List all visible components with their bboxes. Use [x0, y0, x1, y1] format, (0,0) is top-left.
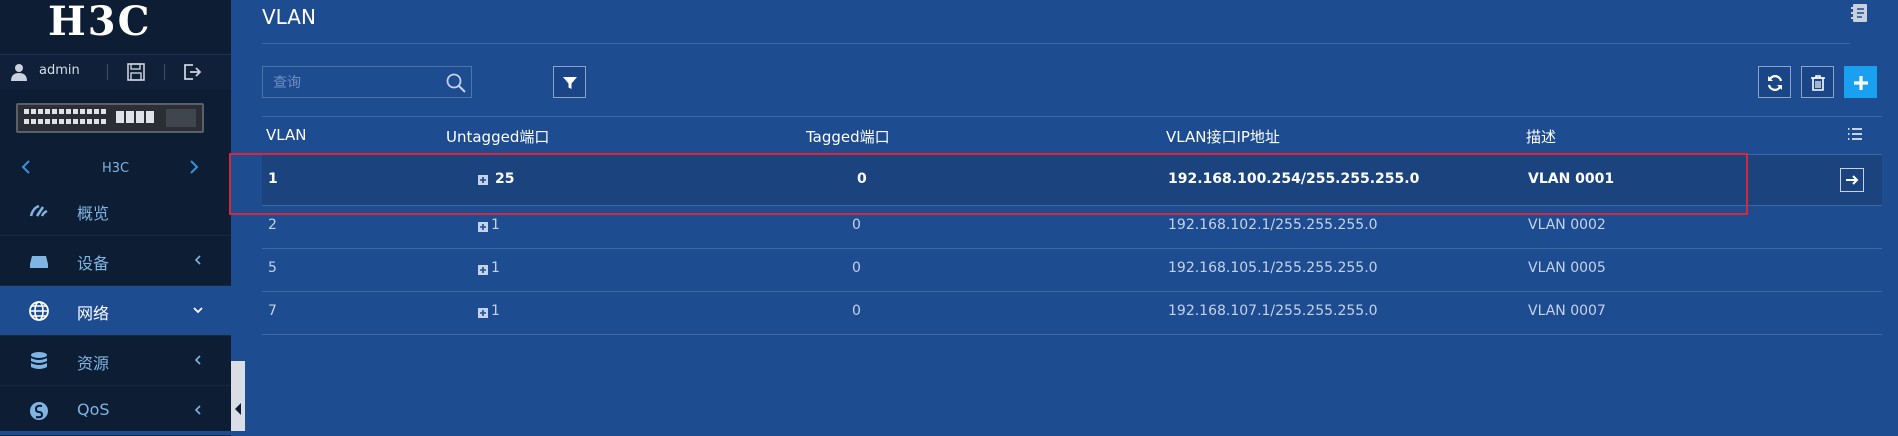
vlan-id: 1 — [268, 171, 278, 187]
menu-item-overview[interactable]: 概览 — [0, 186, 231, 236]
tagged-ports: 0 — [852, 260, 861, 276]
vlan-description: VLAN 0001 — [1528, 171, 1615, 187]
untagged-ports: 1 — [491, 217, 500, 233]
main-menu: 概览 设备 网络 资源 QoS — [0, 186, 231, 436]
refresh-button[interactable] — [1758, 66, 1791, 98]
table-row[interactable]: 1 25 0 192.168.100.254/255.255.255.0 VLA… — [262, 155, 1882, 206]
tagged-ports: 0 — [857, 171, 867, 187]
expand-icon[interactable] — [478, 222, 488, 232]
search-icon[interactable] — [445, 72, 467, 94]
table-row[interactable]: 2 1 0 192.168.102.1/255.255.255.0 VLAN 0… — [262, 206, 1882, 249]
globe-icon — [29, 301, 49, 321]
row-detail-button[interactable] — [1840, 168, 1864, 192]
tagged-ports: 0 — [852, 303, 861, 319]
untagged-ports: 1 — [491, 260, 500, 276]
filter-icon — [563, 77, 577, 89]
plus-icon — [1854, 76, 1868, 90]
chevron-right-icon[interactable] — [186, 159, 202, 175]
qos-icon — [30, 402, 48, 420]
username: admin — [39, 63, 80, 78]
vlan-id: 2 — [268, 217, 277, 233]
search-box — [262, 66, 472, 99]
menu-item-device[interactable]: 设备 — [0, 236, 231, 286]
search-input[interactable] — [271, 67, 435, 99]
vlan-id: 5 — [268, 260, 277, 276]
logout-icon[interactable] — [182, 62, 202, 82]
chevron-left-icon — [194, 255, 201, 265]
dashboard-icon — [29, 204, 48, 217]
divider — [107, 64, 108, 80]
menu-label: QoS — [77, 400, 110, 419]
user-bar: admin — [0, 54, 231, 90]
vlan-ip: 192.168.102.1/255.255.255.0 — [1168, 217, 1378, 233]
database-icon — [31, 352, 47, 369]
vlan-ip: 192.168.107.1/255.255.255.0 — [1168, 303, 1378, 319]
column-header[interactable]: VLAN — [266, 126, 306, 144]
untagged-ports: 25 — [495, 171, 515, 187]
menu-label: 概览 — [77, 204, 110, 223]
vlan-table: VLAN Untagged端口 Tagged端口 VLAN接口IP地址 描述 1… — [262, 116, 1882, 335]
menu-label: 资源 — [77, 354, 110, 373]
filter-button[interactable] — [553, 66, 586, 98]
menu-item-resources[interactable]: 资源 — [0, 336, 231, 386]
expand-icon[interactable] — [478, 265, 488, 275]
arrow-right-icon — [1846, 175, 1859, 185]
vlan-id: 7 — [268, 303, 277, 319]
column-list-icon[interactable] — [1846, 125, 1864, 143]
page-title: VLAN — [262, 5, 316, 29]
notebook-icon[interactable] — [1849, 3, 1869, 23]
sidebar: H3C admin H3C 概览 设备 网络 资源 QoS — [0, 0, 231, 436]
brand-logo: H3C — [48, 0, 152, 45]
table-row[interactable]: 7 1 0 192.168.107.1/255.255.255.0 VLAN 0… — [262, 292, 1882, 335]
device-panel: H3C — [0, 89, 231, 197]
user-icon — [11, 64, 27, 81]
menu-item-qos[interactable]: QoS — [0, 386, 231, 436]
refresh-icon — [1767, 75, 1783, 91]
expand-icon[interactable] — [478, 308, 488, 318]
divider — [164, 64, 165, 80]
chevron-left-icon — [194, 405, 201, 415]
column-header[interactable]: Untagged端口 — [446, 126, 549, 147]
vlan-description: VLAN 0007 — [1528, 303, 1606, 319]
delete-button[interactable] — [1801, 66, 1834, 98]
menu-item-network[interactable]: 网络 — [0, 286, 231, 336]
vlan-description: VLAN 0002 — [1528, 217, 1606, 233]
column-header[interactable]: VLAN接口IP地址 — [1166, 126, 1280, 147]
vlan-ip: 192.168.100.254/255.255.255.0 — [1168, 171, 1420, 187]
column-header[interactable]: 描述 — [1526, 126, 1556, 147]
main-content: VLAN 查询 VLAN Untagged端口 Tagged端口 VLAN接口I… — [231, 0, 1898, 431]
device-icon — [30, 256, 48, 268]
untagged-ports: 1 — [491, 303, 500, 319]
menu-label: 设备 — [77, 254, 110, 273]
table-header: VLAN Untagged端口 Tagged端口 VLAN接口IP地址 描述 — [262, 116, 1882, 155]
vlan-ip: 192.168.105.1/255.255.255.0 — [1168, 260, 1378, 276]
switch-device-image — [16, 103, 204, 133]
add-button[interactable] — [1844, 66, 1877, 98]
menu-label: 网络 — [77, 304, 110, 323]
vlan-description: VLAN 0005 — [1528, 260, 1606, 276]
expand-icon[interactable] — [478, 175, 488, 185]
table-row[interactable]: 5 1 0 192.168.105.1/255.255.255.0 VLAN 0… — [262, 249, 1882, 292]
trash-icon — [1811, 75, 1825, 91]
save-icon[interactable] — [126, 62, 146, 82]
chevron-down-icon — [193, 307, 203, 314]
chevron-left-icon — [194, 355, 201, 365]
divider — [262, 43, 1850, 44]
column-header[interactable]: Tagged端口 — [806, 126, 890, 147]
tagged-ports: 0 — [852, 217, 861, 233]
